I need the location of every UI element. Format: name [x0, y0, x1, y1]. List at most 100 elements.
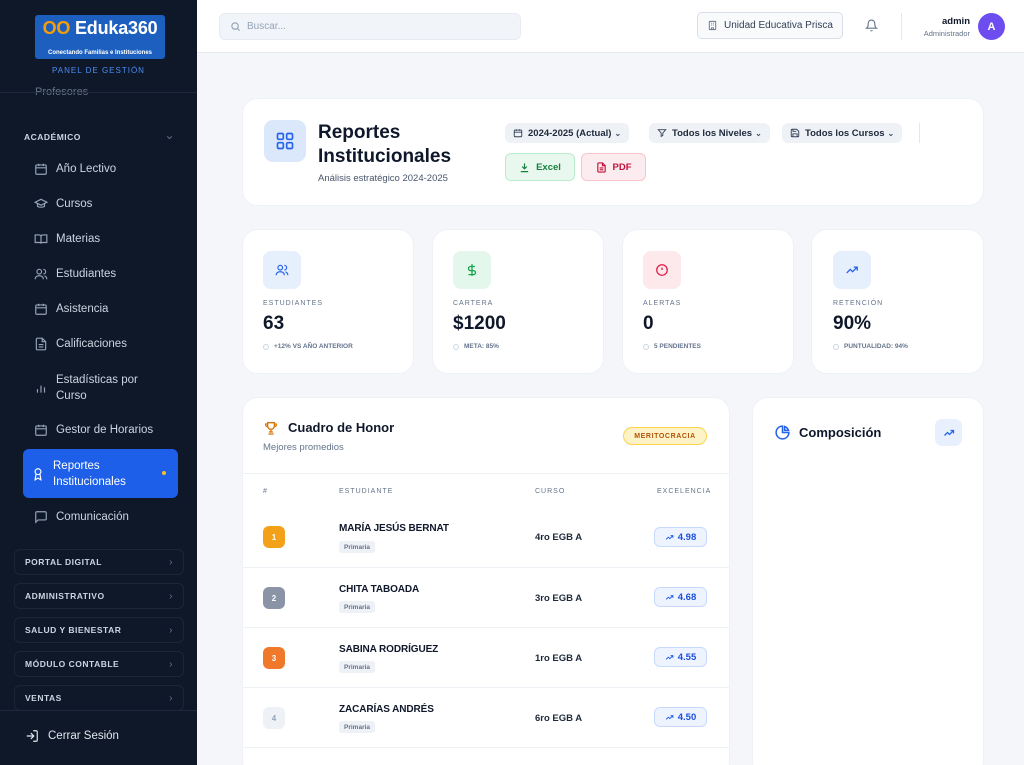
pie-chart-icon: [775, 425, 790, 440]
year-filter-value: 2024-2025 (Actual): [528, 127, 612, 139]
sidebar-item-cursos[interactable]: Cursos: [23, 196, 178, 212]
panel-label: PANEL DE GESTIÓN: [52, 66, 145, 75]
sidebar-item-reportes[interactable]: Reportes Institucionales: [23, 449, 178, 498]
trending-up-icon: [665, 594, 674, 600]
chevron-right-icon: ›: [169, 624, 173, 636]
stat-label: RETENCIÓN: [833, 300, 884, 307]
stat-note-text: META: 85%: [464, 343, 499, 350]
chevron-right-icon: ›: [169, 692, 173, 704]
sidebar-item-calificaciones[interactable]: Calificaciones: [23, 336, 178, 352]
export-pdf-button[interactable]: PDF: [581, 153, 646, 181]
student-name: MARÍA JESÚS BERNAT: [339, 523, 449, 534]
column-header-rank: #: [263, 488, 268, 495]
section-label: MÓDULO CONTABLE: [25, 659, 120, 669]
sidebar-item-label: Año Lectivo: [56, 163, 117, 175]
student-name: ZACARÍAS ANDRÉS: [339, 704, 434, 715]
section-administrativo[interactable]: ADMINISTRATIVO ›: [14, 583, 184, 609]
sidebar-item-label: Estadísticas por Curso: [56, 374, 138, 402]
trophy-icon: [264, 422, 278, 435]
sidebar-item-estudiantes[interactable]: Estudiantes: [23, 266, 178, 282]
stat-value: 90%: [833, 313, 872, 334]
stat-value: 0: [643, 313, 654, 334]
courses-filter[interactable]: Todos los Cursos ⌄: [782, 123, 903, 143]
sidebar-item-estadisticas[interactable]: Estadísticas por Curso: [23, 372, 178, 404]
export-pdf-label: PDF: [612, 161, 632, 173]
calendar-icon: [513, 129, 523, 138]
stat-note: 5 PENDIENTES: [643, 343, 701, 350]
user-role: Administrador: [923, 29, 970, 38]
level-tag: Primaria: [339, 601, 376, 613]
report-icon-box: [264, 120, 306, 162]
search-box[interactable]: [219, 13, 521, 40]
export-excel-label: Excel: [536, 161, 561, 173]
chevron-down-icon: ⌄: [614, 128, 622, 138]
users-icon: [34, 268, 48, 280]
search-input[interactable]: [247, 21, 507, 32]
avatar[interactable]: A: [978, 13, 1005, 40]
logout-button[interactable]: Cerrar Sesión: [25, 729, 119, 743]
score-value: 4.98: [677, 531, 697, 543]
stat-note-text: 5 PENDIENTES: [654, 343, 701, 350]
book-open-icon: [34, 234, 48, 244]
file-text-icon: [35, 337, 47, 351]
export-excel-button[interactable]: Excel: [505, 153, 575, 181]
trending-up-icon: [665, 534, 674, 540]
stat-note: META: 85%: [453, 343, 499, 350]
sidebar-item-materias[interactable]: Materias: [23, 231, 178, 247]
level-tag: Primaria: [339, 721, 376, 733]
composition-card: [752, 397, 984, 765]
stat-note-text: PUNTUALIDAD: 94%: [844, 343, 908, 350]
divider: [243, 473, 729, 474]
student-course: 4ro EGB A: [535, 532, 583, 543]
institution-name: Unidad Educativa Prisca: [724, 20, 833, 31]
column-header-excellence: EXCELENCIA: [657, 488, 712, 495]
student-course: 3ro EGB A: [535, 593, 583, 604]
stat-icon-box: [643, 251, 681, 289]
section-portal-digital[interactable]: PORTAL DIGITAL ›: [14, 549, 184, 575]
levels-filter[interactable]: Todos los Niveles ⌄: [649, 123, 770, 143]
log-out-icon: [26, 730, 38, 742]
meritocracia-badge: MERITOCRACIA: [623, 427, 707, 445]
stat-icon-box: [833, 251, 871, 289]
sidebar-item-gestor-horarios[interactable]: Gestor de Horarios: [23, 422, 178, 438]
year-filter[interactable]: 2024-2025 (Actual) ⌄: [505, 123, 630, 143]
student-course: 1ro EGB A: [535, 653, 583, 664]
layout-grid-icon: [276, 132, 294, 150]
column-header-course: CURSO: [535, 488, 566, 495]
stat-value: $1200: [453, 313, 506, 334]
levels-filter-value: Todos los Niveles: [672, 127, 753, 139]
section-salud-bienestar[interactable]: SALUD Y BIENESTAR ›: [14, 617, 184, 643]
graduation-cap-icon: [34, 198, 48, 208]
circle-icon: [263, 343, 269, 350]
active-indicator-dot: [162, 471, 166, 475]
section-label: ACADÉMICO: [24, 132, 81, 142]
institution-selector[interactable]: Unidad Educativa Prisca: [697, 12, 843, 39]
section-label: PORTAL DIGITAL: [25, 557, 102, 567]
excellence-score: 4.50: [654, 707, 707, 727]
sidebar-item-comunicacion[interactable]: Comunicación: [23, 509, 178, 525]
column-header-student: ESTUDIANTE: [339, 488, 394, 495]
section-modulo-contable[interactable]: MÓDULO CONTABLE ›: [14, 651, 184, 677]
sidebar-item-asistencia[interactable]: Asistencia: [23, 301, 178, 317]
composition-trend-button[interactable]: [935, 419, 962, 446]
sidebar-item-ano-lectivo[interactable]: Año Lectivo: [23, 161, 178, 177]
stat-icon-box: [263, 251, 301, 289]
sidebar-item-label: Estudiantes: [56, 268, 117, 280]
stat-note: +12% VS AÑO ANTERIOR: [263, 343, 353, 350]
brand-name: Eduka360: [74, 18, 158, 38]
stat-value: 63: [263, 313, 285, 334]
section-ventas[interactable]: VENTAS ›: [14, 685, 184, 711]
trending-up-icon: [665, 714, 674, 720]
section-label: VENTAS: [25, 693, 62, 703]
trending-up-icon: [943, 429, 954, 436]
divider: [243, 627, 729, 628]
divider: [243, 747, 729, 748]
chevron-down-icon: [165, 133, 174, 142]
sidebar-item-label: Cursos: [56, 198, 93, 210]
section-academico[interactable]: ACADÉMICO: [14, 126, 184, 148]
chevron-down-icon: ⌄: [887, 128, 895, 138]
courses-filter-value: Todos los Cursos: [805, 127, 885, 139]
stat-note: PUNTUALIDAD: 94%: [833, 343, 908, 350]
building-icon: [708, 20, 717, 31]
notifications-button[interactable]: [865, 19, 878, 32]
